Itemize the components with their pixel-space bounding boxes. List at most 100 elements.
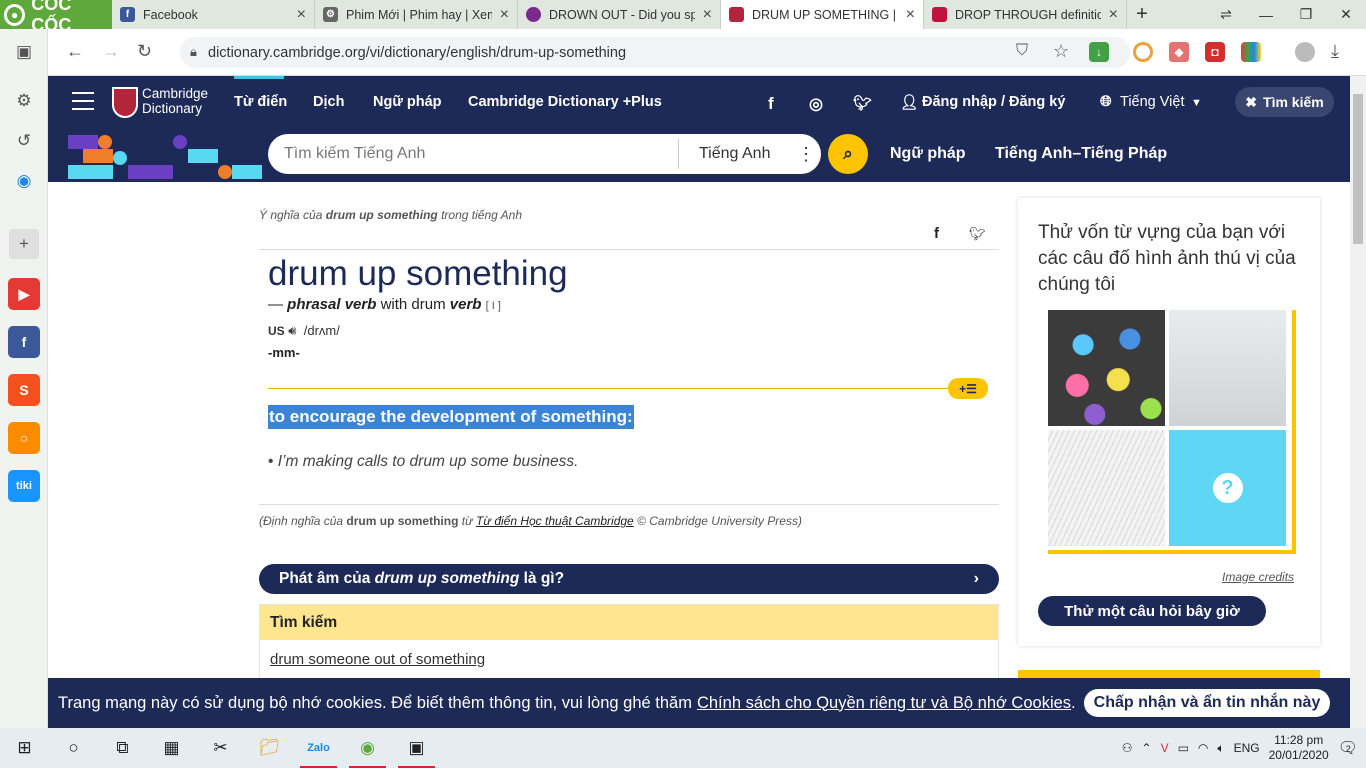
grammar-code[interactable]: [ I ] (486, 300, 501, 312)
youtube-icon[interactable]: ▶ (8, 278, 40, 310)
twitter-icon[interactable]: 🐦︎ (853, 94, 872, 112)
close-icon[interactable]: × (500, 6, 509, 24)
restore-icon[interactable]: ❐ (1286, 6, 1326, 23)
tab-drop-through[interactable]: DROP THROUGH definition × (924, 0, 1127, 29)
grammar-link[interactable]: Ngữ pháp (890, 145, 966, 163)
notification-center-icon[interactable]: 🗨︎ 2 (1338, 738, 1358, 758)
source-suffix: © Cambridge University Press) (637, 514, 802, 528)
coccoc-taskbar-icon[interactable]: ◉ (343, 728, 392, 768)
cambridge-shield-logo[interactable] (112, 87, 138, 118)
privacy-policy-link[interactable]: Chính sách cho Quyền riêng tư và Bộ nhớ … (697, 694, 1071, 713)
share-twitter-icon[interactable]: 🐦︎ (969, 226, 986, 242)
facebook-icon[interactable]: f (8, 326, 40, 358)
tab-facebook[interactable]: f Facebook × (112, 0, 315, 29)
quiz-image-grid[interactable]: ? (1044, 306, 1292, 550)
image-credits-link[interactable]: Image credits (1222, 570, 1294, 584)
shield-icon[interactable]: ⛉ (1016, 42, 1028, 60)
chevron-down-icon[interactable]: ▼ (1191, 97, 1202, 109)
page-scrollbar[interactable] (1350, 76, 1366, 728)
user-icon[interactable]: 👤︎ (900, 94, 918, 111)
tab-drum-up-something[interactable]: DRUM UP SOMETHING | Đị × (721, 0, 924, 29)
cortana-search-icon[interactable]: ○ (49, 728, 98, 768)
share-facebook-icon[interactable]: f (934, 225, 939, 242)
windows-start-icon[interactable]: ⊞ (0, 728, 49, 768)
close-icon[interactable]: × (906, 6, 915, 24)
facebook-social-icon[interactable]: f (768, 94, 774, 114)
minimize-icon[interactable]: — (1246, 7, 1286, 23)
tab-drown-out[interactable]: DROWN OUT - Did you spe × (518, 0, 721, 29)
inflection: -mm- (268, 345, 300, 360)
sidebar-toggle-icon[interactable]: ▣ (9, 37, 39, 67)
snipping-tool-icon[interactable]: ✂ (196, 728, 245, 768)
messenger-icon[interactable]: ◉ (9, 166, 39, 196)
history-icon[interactable]: ↺ (9, 126, 39, 156)
colors-ext-icon[interactable] (1241, 42, 1261, 62)
login-link[interactable]: Đăng nhập / Đăng ký (922, 94, 1065, 110)
close-icon[interactable]: × (1109, 6, 1118, 24)
clock[interactable]: 11:28 pm 20/01/2020 (1269, 733, 1329, 763)
pronunciation-accordion[interactable]: Phát âm của drum up something là gì? › (259, 564, 999, 594)
pdf-ext-icon[interactable]: ◘ (1205, 42, 1225, 62)
reload-icon[interactable]: ↻ (137, 41, 152, 62)
site-logo[interactable]: Cambridge Dictionary (142, 86, 208, 116)
search-submit-icon[interactable]: ⌕ (828, 134, 868, 174)
accept-cookies-button[interactable]: Chấp nhận và ẩn tin nhắn này (1083, 689, 1331, 717)
header-search-button[interactable]: ✖ Tìm kiếm (1235, 87, 1334, 117)
close-icon[interactable]: × (703, 6, 712, 24)
pos-label[interactable]: phrasal verb (287, 296, 376, 313)
close-icon[interactable]: × (297, 6, 306, 24)
language-selector[interactable]: Tiếng Việt (1120, 94, 1185, 110)
downloads-icon[interactable]: ⤓ (1331, 41, 1339, 62)
coccoc-ext-icon[interactable] (1133, 42, 1153, 62)
scrollbar-thumb[interactable] (1353, 94, 1363, 244)
app-window-icon[interactable]: ▣ (392, 728, 441, 768)
forward-icon[interactable]: → (102, 41, 120, 62)
back-icon[interactable]: ← (66, 41, 84, 62)
battery-icon[interactable]: ▭ (1178, 741, 1189, 755)
search-box: Tìm kiếm Tiếng Anh Tiếng Anh ⋮ (268, 134, 821, 174)
globe-icon[interactable]: 🌐︎ (1100, 94, 1112, 110)
bookmark-star-icon[interactable]: ☆ (1053, 41, 1069, 62)
hamburger-menu-icon[interactable] (72, 92, 94, 110)
shopee-icon[interactable]: S (8, 374, 40, 406)
more-options-icon[interactable]: ⋮ (791, 144, 821, 165)
adblock-ext-icon[interactable]: ◆ (1169, 42, 1189, 62)
settings-icon[interactable]: ⚙ (9, 86, 39, 116)
input-language[interactable]: ENG (1234, 741, 1260, 755)
volume-icon[interactable]: 🔈︎ (1217, 741, 1224, 756)
show-hidden-icons-chevron-up-icon[interactable]: ⌃ (1142, 741, 1152, 755)
source-link[interactable]: Từ điển Học thuật Cambridge (476, 514, 634, 528)
vietkey-icon[interactable]: V (1161, 741, 1169, 755)
wifi-icon[interactable]: ◠ (1198, 741, 1208, 755)
zalo-icon[interactable]: Zalo (294, 728, 343, 768)
url-bar[interactable]: 🔒︎ dictionary.cambridge.org/vi/dictionar… (180, 37, 1130, 68)
download-ext-icon[interactable]: ↓ (1089, 42, 1109, 62)
pos-verb[interactable]: verb (450, 296, 482, 313)
app-icon[interactable]: ▦ (147, 728, 196, 768)
search-input[interactable]: Tìm kiếm Tiếng Anh (268, 145, 678, 163)
add-app-icon[interactable]: + (9, 229, 39, 259)
try-quiz-button[interactable]: Thử một câu hỏi bây giờ (1038, 596, 1266, 626)
profile-avatar[interactable] (1295, 42, 1315, 62)
people-icon[interactable]: ⚇ (1122, 741, 1133, 755)
close-window-icon[interactable]: ✕ (1326, 6, 1366, 23)
new-tab-button[interactable]: + (1127, 0, 1157, 29)
file-explorer-icon[interactable]: 📁︎ (245, 728, 294, 768)
search-app-icon[interactable]: ○ (8, 422, 40, 454)
caption-prefix: Ý nghĩa của (259, 208, 323, 222)
tab-search-icon[interactable]: ⇌ (1206, 6, 1246, 23)
nav-grammar[interactable]: Ngữ pháp (373, 94, 442, 110)
instagram-icon[interactable]: ◎ (809, 94, 823, 114)
english-french-link[interactable]: Tiếng Anh–Tiếng Pháp (995, 145, 1167, 163)
tab-phimmoi[interactable]: ⚙ Phim Mới | Phim hay | Xem × (315, 0, 518, 29)
search-language-select[interactable]: Tiếng Anh (679, 145, 791, 163)
add-to-wordlist-icon[interactable]: +☰ (948, 378, 988, 399)
search-result-link[interactable]: drum someone out of something (260, 640, 998, 678)
coccoc-menu-button[interactable]: ● CỐC CỐC (0, 0, 112, 35)
nav-translate[interactable]: Dịch (313, 94, 344, 110)
tiki-icon[interactable]: tiki (8, 470, 40, 502)
task-view-icon[interactable]: ⧉ (98, 728, 147, 768)
speaker-icon[interactable]: 🔊︎ (288, 323, 296, 338)
nav-dictionary[interactable]: Từ điển (234, 94, 287, 110)
nav-plus[interactable]: Cambridge Dictionary +Plus (468, 94, 662, 110)
